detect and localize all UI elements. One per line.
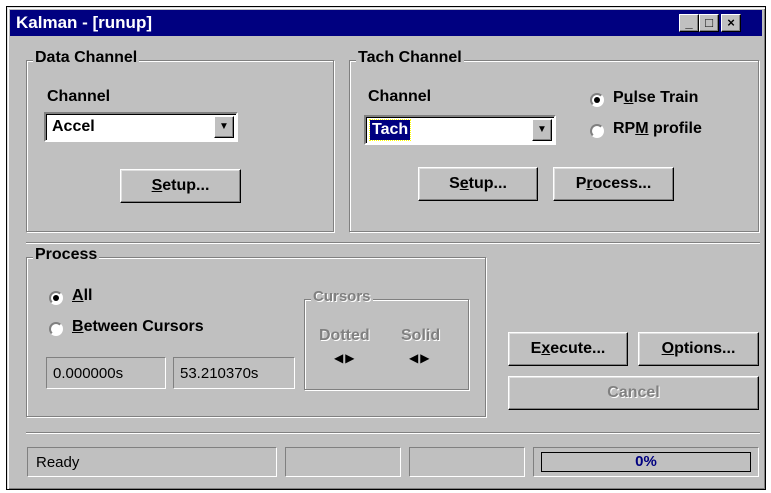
process-all-radio[interactable] bbox=[49, 291, 63, 305]
tach-channel-value: Tach bbox=[368, 119, 412, 141]
rpm-profile-label[interactable]: RPM profile bbox=[613, 120, 702, 138]
between-cursors-label[interactable]: Between Cursors bbox=[72, 318, 204, 336]
solid-label: Solid bbox=[401, 327, 441, 344]
maximize-button[interactable]: □ bbox=[699, 14, 719, 32]
data-setup-button[interactable]: Setup... bbox=[120, 169, 241, 203]
status-progress-pane: 0% bbox=[533, 447, 759, 477]
end-time-field[interactable]: 53.210370s bbox=[173, 357, 295, 389]
status-separator bbox=[26, 432, 760, 434]
status-text: Ready bbox=[27, 447, 277, 477]
progress-bar: 0% bbox=[541, 452, 751, 472]
dotted-cursor-spinner[interactable]: ◀▶ bbox=[334, 351, 356, 365]
between-cursors-radio[interactable] bbox=[49, 322, 63, 336]
data-channel-group-label: Data Channel bbox=[33, 49, 140, 67]
pulse-train-radio[interactable] bbox=[590, 93, 604, 107]
execute-button[interactable]: Execute... bbox=[508, 332, 628, 366]
window-title: Kalman - [runup] bbox=[16, 13, 152, 32]
status-pane-2 bbox=[285, 447, 401, 477]
solid-cursor-spinner[interactable]: ◀▶ bbox=[409, 351, 431, 365]
separator bbox=[26, 242, 760, 244]
process-all-label[interactable]: All bbox=[72, 287, 92, 305]
tach-setup-button[interactable]: Setup... bbox=[418, 167, 538, 201]
start-time-field[interactable]: 0.000000s bbox=[46, 357, 166, 389]
chevron-down-icon[interactable]: ▼ bbox=[214, 116, 234, 138]
status-pane-3 bbox=[409, 447, 525, 477]
cancel-button[interactable]: Cancel bbox=[508, 376, 759, 410]
chevron-down-icon[interactable]: ▼ bbox=[532, 119, 552, 141]
title-bar[interactable]: Kalman - [runup] _ □ × bbox=[10, 10, 762, 36]
tach-channel-group-label: Tach Channel bbox=[356, 49, 464, 67]
close-button[interactable]: × bbox=[721, 14, 741, 32]
data-channel-select[interactable]: Accel ▼ bbox=[44, 112, 238, 142]
kalman-dialog: Kalman - [runup] _ □ × Data Channel Chan… bbox=[6, 6, 766, 490]
minimize-button[interactable]: _ bbox=[679, 14, 699, 32]
tach-channel-group: Tach Channel bbox=[349, 49, 759, 232]
dotted-label: Dotted bbox=[319, 327, 370, 344]
rpm-profile-radio[interactable] bbox=[590, 124, 604, 138]
pulse-train-label[interactable]: Pulse Train bbox=[613, 89, 698, 107]
tach-process-button[interactable]: Process... bbox=[553, 167, 674, 201]
tach-channel-label: Channel bbox=[368, 88, 432, 105]
tach-channel-select[interactable]: Tach ▼ bbox=[364, 115, 556, 145]
progress-text: 0% bbox=[635, 453, 657, 470]
data-channel-label: Channel bbox=[47, 88, 111, 105]
process-group-label: Process bbox=[33, 246, 100, 264]
options-button[interactable]: Options... bbox=[638, 332, 759, 366]
cursors-group-label: Cursors bbox=[311, 288, 373, 305]
data-channel-group: Data Channel bbox=[26, 49, 334, 232]
data-channel-value: Accel bbox=[52, 118, 95, 135]
